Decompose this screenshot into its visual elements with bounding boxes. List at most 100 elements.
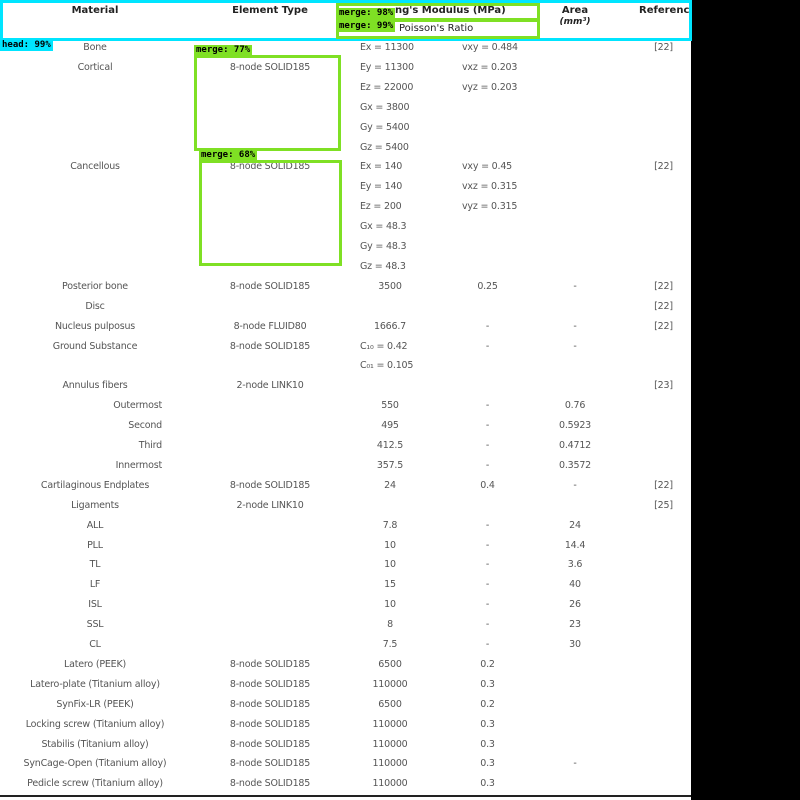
reference-cell: [22]: [654, 300, 673, 312]
element-type-cell: 8-node SOLID185: [229, 340, 311, 352]
youngs-modulus-cell: Ey = 11300: [360, 61, 414, 73]
youngs-modulus-cell: 412.5: [376, 440, 404, 451]
youngs-modulus-cell: 110000: [372, 718, 408, 730]
material-cell: Nucleus pulposus: [54, 320, 136, 332]
poissons-ratio-cell: vxy = 0.484: [462, 42, 518, 53]
poissons-ratio-cell: 0.3: [480, 758, 495, 770]
poissons-ratio-cell: 0.4: [480, 479, 495, 491]
material-cell: TL: [89, 559, 101, 571]
poissons-ratio-cell: -: [485, 320, 490, 332]
reference-cell: [23]: [654, 380, 673, 392]
element-type-cell: 8-node SOLID185: [229, 698, 311, 710]
table-row: SSL 8 - 23: [0, 617, 691, 637]
material-cell: Ligaments: [71, 499, 119, 511]
poissons-ratio-cell: vxz = 0.315: [462, 181, 518, 193]
merge-detection-label-2: merge: 99%: [337, 21, 396, 32]
material-cell: SSL: [86, 619, 104, 631]
material-cell: LF: [89, 579, 101, 591]
table-row: Latero (PEEK) 8-node SOLID185 6500 0.2: [0, 657, 691, 677]
poissons-ratio-cell: -: [485, 599, 490, 611]
poissons-ratio-cell: vyz = 0.315: [462, 201, 518, 213]
area-cell: 0.5923: [558, 420, 592, 432]
table-row: Ez = 22000 vyz = 0.203: [0, 80, 691, 100]
poissons-ratio-cell: 0.25: [477, 280, 498, 292]
merge-detection-label-1: merge: 98%: [337, 8, 396, 19]
table-row: SynFix-LR (PEEK) 8-node SOLID185 6500 0.2: [0, 697, 691, 717]
youngs-modulus-cell: Ex = 140: [360, 161, 403, 173]
youngs-modulus-cell: 6500: [378, 698, 402, 710]
poissons-ratio-cell: -: [485, 459, 490, 471]
table-row: Innermost 357.5 - 0.3572: [0, 458, 691, 478]
poissons-ratio-cell: 0.2: [480, 658, 495, 670]
material-cell: Posterior bone: [62, 280, 128, 292]
area-cell: 30: [569, 639, 581, 650]
poissons-ratio-cell: vxy = 0.45: [462, 161, 513, 173]
material-cell: Second: [128, 420, 162, 432]
material-cell: Annulus fibers: [62, 380, 128, 392]
area-cell: 14.4: [564, 539, 586, 551]
youngs-modulus-cell: 495: [381, 420, 399, 432]
poissons-ratio-cell: -: [485, 440, 490, 451]
material-cell: PLL: [87, 539, 103, 551]
table-row: Ez = 200 vyz = 0.315: [0, 199, 691, 219]
area-cell: -: [573, 479, 577, 491]
table-row: LF 15 - 40: [0, 577, 691, 597]
table-row: Nucleus pulposus 8-node FLUID80 1666.7 - - [2…: [0, 319, 691, 339]
youngs-modulus-cell: 110000: [372, 778, 408, 790]
poissons-ratio-cell: -: [485, 579, 490, 591]
poissons-ratio-cell: 0.3: [480, 718, 495, 730]
table-bottom-rule: [0, 795, 691, 797]
element-type-cell: 8-node SOLID185: [229, 678, 311, 690]
table-row: PLL 10 - 14.4: [0, 538, 691, 558]
element-type-cell: 8-node SOLID185: [229, 280, 311, 292]
element-type-cell: 8-node SOLID185: [229, 778, 311, 790]
youngs-modulus-cell: Ey = 140: [360, 181, 403, 193]
youngs-modulus-cell: Gx = 3800: [360, 101, 410, 113]
material-cell: Latero (PEEK): [64, 658, 126, 670]
area-cell: -: [573, 758, 577, 770]
youngs-modulus-cell: Ex = 11300: [360, 42, 414, 53]
reference-cell: [22]: [654, 320, 673, 332]
area-cell: -: [573, 320, 577, 332]
poissons-ratio-cell: -: [485, 559, 490, 571]
area-cell: -: [573, 340, 577, 352]
table-row: ALL 7.8 - 24: [0, 518, 691, 538]
table-row: Ey = 140 vxz = 0.315: [0, 179, 691, 199]
poissons-ratio-cell: 0.2: [480, 698, 495, 710]
table-row: C₀₁ = 0.105: [0, 358, 691, 378]
document-page: Material Element Type ng's Modulus (MPa)…: [0, 0, 691, 800]
youngs-modulus-cell: 3500: [378, 280, 402, 292]
table-row: Pedicle screw (Titanium alloy) 8-node SOL…: [0, 776, 691, 796]
table-row: SynCage-Open (Titanium alloy) 8-node SOLI…: [0, 756, 691, 776]
table-row: Gx = 3800: [0, 100, 691, 120]
table-row: Cancellous 8-node SOLID185 Ex = 140 vxy = 0…: [0, 159, 691, 179]
youngs-modulus-cell: 10: [384, 539, 396, 551]
merge-detection-box-3: [194, 55, 341, 151]
table-row: Stabilis (Titanium alloy) 8-node SOLID185…: [0, 737, 691, 757]
poissons-ratio-cell: vxz = 0.203: [462, 61, 518, 73]
youngs-modulus-cell: Gz = 48.3: [360, 260, 406, 272]
youngs-modulus-cell: 1666.7: [373, 320, 407, 332]
material-cell: ALL: [86, 519, 104, 531]
poissons-ratio-cell: -: [485, 619, 490, 631]
youngs-modulus-cell: 10: [384, 599, 396, 611]
material-cell: Ground Substance: [52, 340, 138, 352]
area-cell: 0.4712: [558, 440, 592, 451]
poissons-ratio-cell: -: [485, 519, 490, 531]
youngs-modulus-cell: Gx = 48.3: [360, 221, 407, 233]
table-row: Outermost 550 - 0.76: [0, 398, 691, 418]
poissons-ratio-cell: -: [485, 639, 490, 650]
youngs-modulus-cell: Ez = 22000: [360, 81, 414, 93]
material-cell: Pedicle screw (Titanium alloy): [27, 778, 163, 790]
material-cell: Latero-plate (Titanium alloy): [30, 678, 160, 690]
material-cell: CL: [89, 639, 101, 650]
poissons-ratio-cell: 0.3: [480, 738, 495, 750]
material-cell: Third: [138, 440, 162, 451]
table-row: Gz = 5400: [0, 140, 691, 160]
poissons-ratio-cell: -: [485, 539, 490, 551]
youngs-modulus-cell: C₁₀ = 0.42: [360, 340, 408, 352]
table-row: Locking screw (Titanium alloy) 8-node SOL…: [0, 717, 691, 737]
poissons-ratio-cell: -: [485, 420, 490, 432]
table-row: Annulus fibers 2-node LINK10 [23]: [0, 378, 691, 398]
youngs-modulus-cell: C₀₁ = 0.105: [360, 360, 414, 372]
